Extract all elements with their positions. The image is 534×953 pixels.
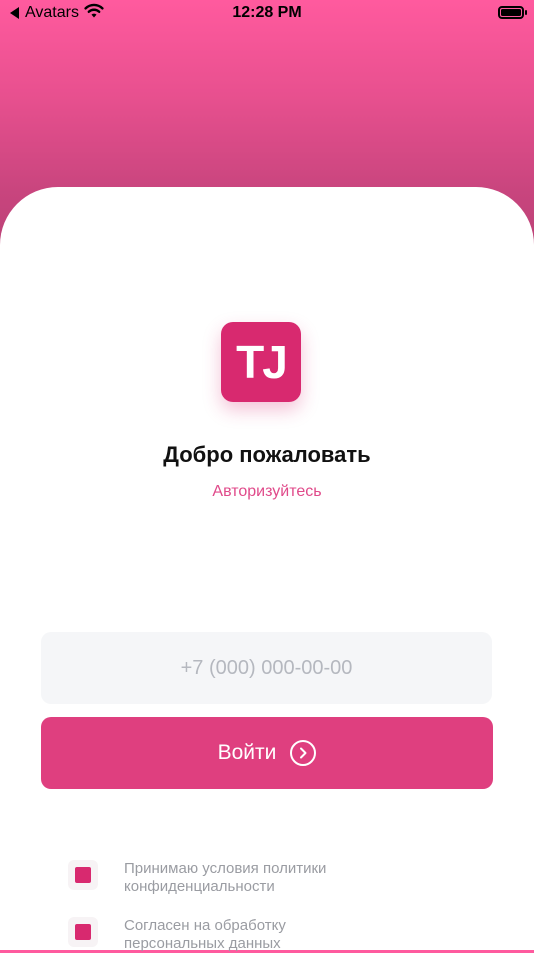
app-logo: TJ	[221, 322, 301, 402]
privacy-policy-consent[interactable]: Принимаю условия политики конфиденциальн…	[68, 860, 384, 896]
privacy-policy-label-line1: Принимаю условия политики	[124, 860, 327, 877]
personal-data-checkbox[interactable]	[68, 917, 98, 947]
personal-data-label: Согласен на обработку персональных данны…	[124, 917, 384, 953]
login-button[interactable]: Войти	[41, 717, 493, 789]
status-time: 12:28 PM	[232, 4, 302, 21]
arrow-right-circle-icon	[290, 740, 317, 766]
welcome-subtitle: Авторизуйтесь	[212, 483, 322, 500]
privacy-policy-checkbox[interactable]	[68, 860, 98, 890]
personal-data-consent[interactable]: Согласен на обработку персональных данны…	[68, 917, 384, 953]
checkbox-mark-icon	[75, 924, 91, 940]
battery-icon	[498, 6, 527, 19]
welcome-title: Добро пожаловать	[163, 442, 371, 467]
auth-card: TJ Добро пожаловать Авторизуйтесь Войти …	[0, 187, 534, 953]
login-button-label: Войти	[217, 741, 277, 764]
personal-data-label-line1: Согласен на обработку	[124, 917, 286, 934]
status-bar: Avatars 12:28 PM	[0, 0, 534, 28]
privacy-policy-label-line2: конфиденциальности	[124, 878, 275, 895]
checkbox-mark-icon	[75, 867, 91, 883]
phone-input[interactable]	[41, 632, 492, 704]
privacy-policy-label: Принимаю условия политики конфиденциальн…	[124, 860, 384, 896]
personal-data-label-line2: персональных данных	[124, 935, 281, 952]
